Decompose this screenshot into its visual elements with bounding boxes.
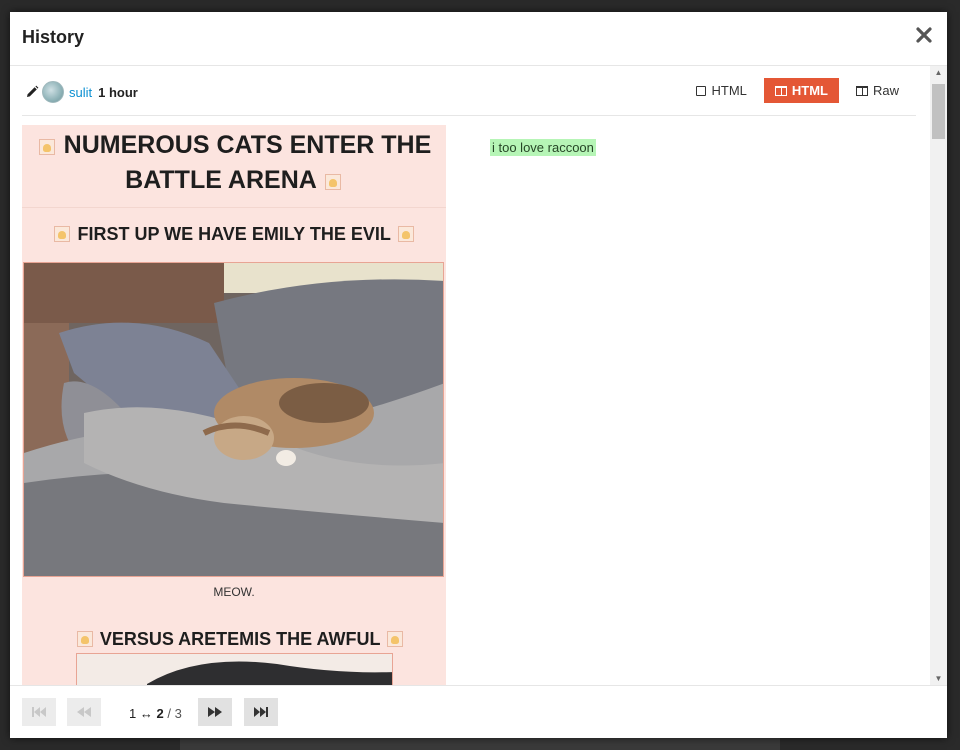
photo-caption: MEOW. [213,585,255,599]
view-raw-label: Raw [872,83,899,98]
modal-footer: 1 ↔ 2 / 3 [10,685,947,738]
first-revision-button[interactable] [22,698,56,726]
view-raw-button[interactable]: Raw [844,78,910,103]
modal-body: sulit 1 hour HTML HTML Raw NUMEROUS CATS… [10,66,947,686]
view-inline-html-label: HTML [711,83,747,98]
deleted-heading-1: NUMEROUS CATS ENTER THE BATTLE ARENA [22,125,446,208]
revision-info: sulit 1 hour [25,81,138,103]
heading-3-text: VERSUS ARETEMIS THE AWFUL [99,629,381,649]
view-side-by-side-html-label: HTML [791,83,828,98]
revision-user-link[interactable]: sulit [69,85,92,100]
forward-icon [208,707,222,717]
fire-emoji-icon [54,226,71,242]
scroll-up-arrow-icon[interactable]: ▲ [930,66,947,80]
revision-bar: sulit 1 hour HTML HTML Raw [22,66,916,116]
columns-icon [855,85,868,96]
heading-1-text: NUMEROUS CATS ENTER THE BATTLE ARENA [63,131,432,194]
view-side-by-side-html-button[interactable]: HTML [763,78,839,103]
scroll-thumb[interactable] [932,84,945,139]
vertical-scrollbar[interactable]: ▲ ▼ [930,66,947,686]
next-revision-button[interactable] [198,698,232,726]
pager-arrow: ↔ [139,706,153,721]
fire-emoji-icon [387,631,404,647]
diff-deleted-pane: NUMEROUS CATS ENTER THE BATTLE ARENA FIR… [22,125,446,686]
pager-from: 1 [129,706,137,721]
revision-pager: 1 ↔ 2 / 3 [129,706,182,721]
pager-total: 3 [174,706,182,721]
cat-photo-aretemis [76,653,393,686]
diff-inserted-pane: i too love raccoon [490,125,910,685]
avatar[interactable] [42,81,64,103]
modal-title: History [22,27,85,47]
view-mode-toggles: HTML HTML Raw [685,78,910,103]
fast-forward-icon [254,707,268,717]
pencil-icon [25,85,39,99]
pager-current: 2 [156,706,164,721]
modal-header: History [10,12,947,66]
heading-2-text: FIRST UP WE HAVE EMILY THE EVIL [77,224,391,244]
fire-emoji-icon [324,174,341,190]
deleted-heading-2: FIRST UP WE HAVE EMILY THE EVIL [22,208,446,258]
columns-icon [774,85,787,96]
history-modal: History sulit 1 hour HTML HTML Raw NUMER… [10,12,947,738]
pager-separator: / [167,706,171,721]
fast-backward-icon [32,707,46,717]
view-inline-html-button[interactable]: HTML [685,78,758,103]
scroll-down-arrow-icon[interactable]: ▼ [930,672,947,686]
fire-emoji-icon [76,631,93,647]
backward-icon [77,707,91,717]
square-icon [696,85,707,96]
previous-revision-button[interactable] [67,698,101,726]
revision-time: 1 hour [98,84,138,100]
close-icon[interactable] [915,26,933,44]
inserted-text: i too love raccoon [490,139,596,156]
last-revision-button[interactable] [244,698,278,726]
fire-emoji-icon [38,139,55,155]
fire-emoji-icon [397,226,414,242]
cat-photo-emily [23,262,444,577]
